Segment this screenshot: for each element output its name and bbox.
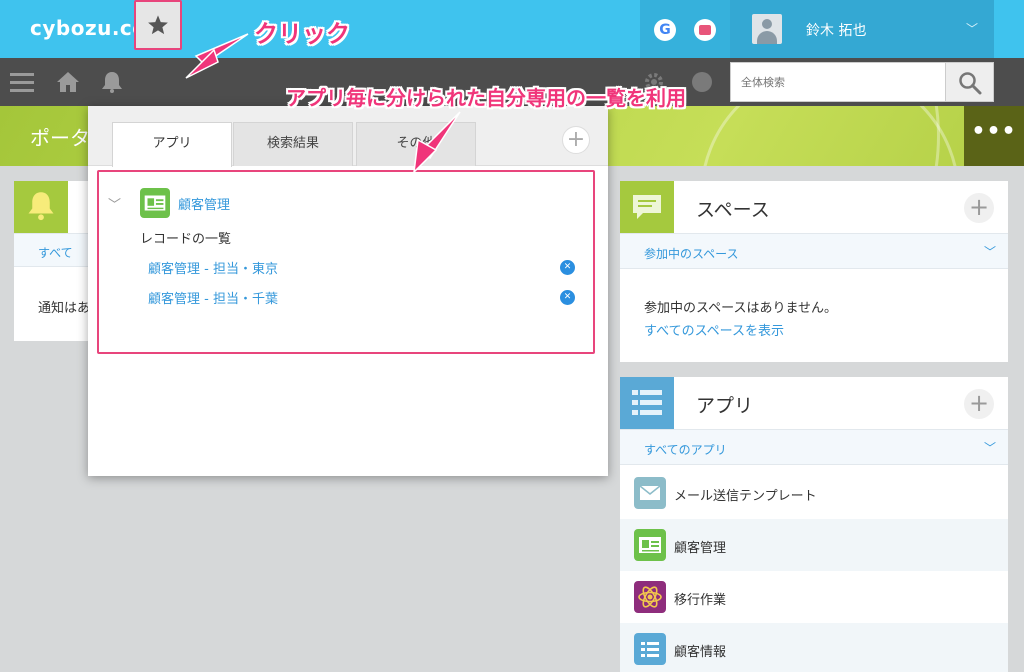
chevron-down-icon[interactable]: ﹀ <box>108 194 121 213</box>
notification-message: 通知はあ <box>38 301 91 316</box>
google-icon[interactable]: G <box>654 19 676 41</box>
header-service-icons: G <box>640 0 730 58</box>
annotation-click: クリック <box>254 20 350 48</box>
search-button[interactable] <box>946 62 994 102</box>
bell-icon <box>14 181 68 233</box>
user-name: 鈴木 拓也 <box>806 23 867 39</box>
portal-title: ポータ <box>30 126 90 150</box>
apps-title: アプリ <box>696 395 754 417</box>
annotation-description: アプリ毎に分けられた自分専用の一覧を利用 <box>286 86 686 110</box>
tab-others[interactable]: その他 <box>356 122 476 166</box>
app-item-migration-work[interactable]: 移行作業 <box>620 571 1008 623</box>
favorites-popup: アプリ 検索結果 その他 + ﹀ 顧客管理 レコードの一覧 顧客管理 - 担当・… <box>88 106 608 476</box>
app-item-mail-template[interactable]: メール送信テンプレート <box>620 467 1008 519</box>
remove-favorite-icon[interactable]: ✕ <box>560 260 575 275</box>
speech-bubble-icon <box>620 181 674 233</box>
bell-icon[interactable] <box>90 58 134 106</box>
favorite-category-label: レコードの一覧 <box>140 232 232 247</box>
spaces-panel: スペース + 参加中のスペース ﹀ 参加中のスペースはありません。 すべてのスペ… <box>620 181 1008 362</box>
user-menu[interactable]: 鈴木 拓也 ﹀ <box>730 0 994 58</box>
contact-card-icon <box>140 188 170 218</box>
popup-tabs: アプリ 検索結果 その他 + <box>88 106 608 167</box>
help-icon[interactable] <box>680 58 724 106</box>
chevron-down-icon[interactable]: ﹀ <box>966 20 978 37</box>
favorite-view-link[interactable]: 顧客管理 - 担当・千葉 <box>148 288 278 307</box>
menu-icon[interactable] <box>0 58 44 106</box>
add-app-button[interactable]: + <box>964 389 994 419</box>
more-options-button[interactable]: ••• <box>964 106 1024 166</box>
tab-search-results[interactable]: 検索結果 <box>233 122 353 166</box>
envelope-icon <box>634 477 666 509</box>
app-name: メール送信テンプレート <box>674 489 817 504</box>
favorite-app-link[interactable]: 顧客管理 <box>178 194 230 213</box>
app-name: 移行作業 <box>674 593 727 608</box>
apps-panel: アプリ + すべてのアプリ ﹀ メール送信テンプレート 顧客管理 移行作業 顧客… <box>620 377 1008 672</box>
mail-icon[interactable] <box>694 19 716 41</box>
spaces-title: スペース <box>696 199 770 221</box>
atom-icon <box>634 581 666 613</box>
show-all-spaces-link[interactable]: すべてのスペースを表示 <box>644 320 784 339</box>
spaces-empty-message: 参加中のスペースはありません。 <box>644 301 838 316</box>
notification-filter-label: すべて <box>38 246 73 260</box>
global-search-box <box>730 62 946 102</box>
apps-filter[interactable]: すべてのアプリ ﹀ <box>620 429 1008 465</box>
favorite-view-link[interactable]: 顧客管理 - 担当・東京 <box>148 258 278 277</box>
apps-filter-label: すべてのアプリ <box>644 443 727 457</box>
tab-apps[interactable]: アプリ <box>112 122 232 167</box>
contact-card-icon <box>634 529 666 561</box>
app-item-customer-info[interactable]: 顧客情報 <box>620 623 1008 672</box>
list-icon <box>634 633 666 665</box>
chevron-down-icon[interactable]: ﹀ <box>984 243 996 260</box>
favorites-star-button[interactable] <box>134 0 182 50</box>
remove-favorite-icon[interactable]: ✕ <box>560 290 575 305</box>
chevron-down-icon[interactable]: ﹀ <box>984 439 996 456</box>
list-icon <box>620 377 674 429</box>
app-name: 顧客管理 <box>674 541 727 556</box>
add-space-button[interactable]: + <box>964 193 994 223</box>
spaces-filter[interactable]: 参加中のスペース ﹀ <box>620 233 1008 269</box>
add-favorite-button[interactable]: + <box>562 126 590 154</box>
app-item-customer-management[interactable]: 顧客管理 <box>620 519 1008 571</box>
home-icon[interactable] <box>46 58 90 106</box>
spaces-filter-label: 参加中のスペース <box>644 247 739 261</box>
app-name: 顧客情報 <box>674 645 727 660</box>
search-input[interactable] <box>731 63 945 101</box>
avatar <box>752 14 782 44</box>
